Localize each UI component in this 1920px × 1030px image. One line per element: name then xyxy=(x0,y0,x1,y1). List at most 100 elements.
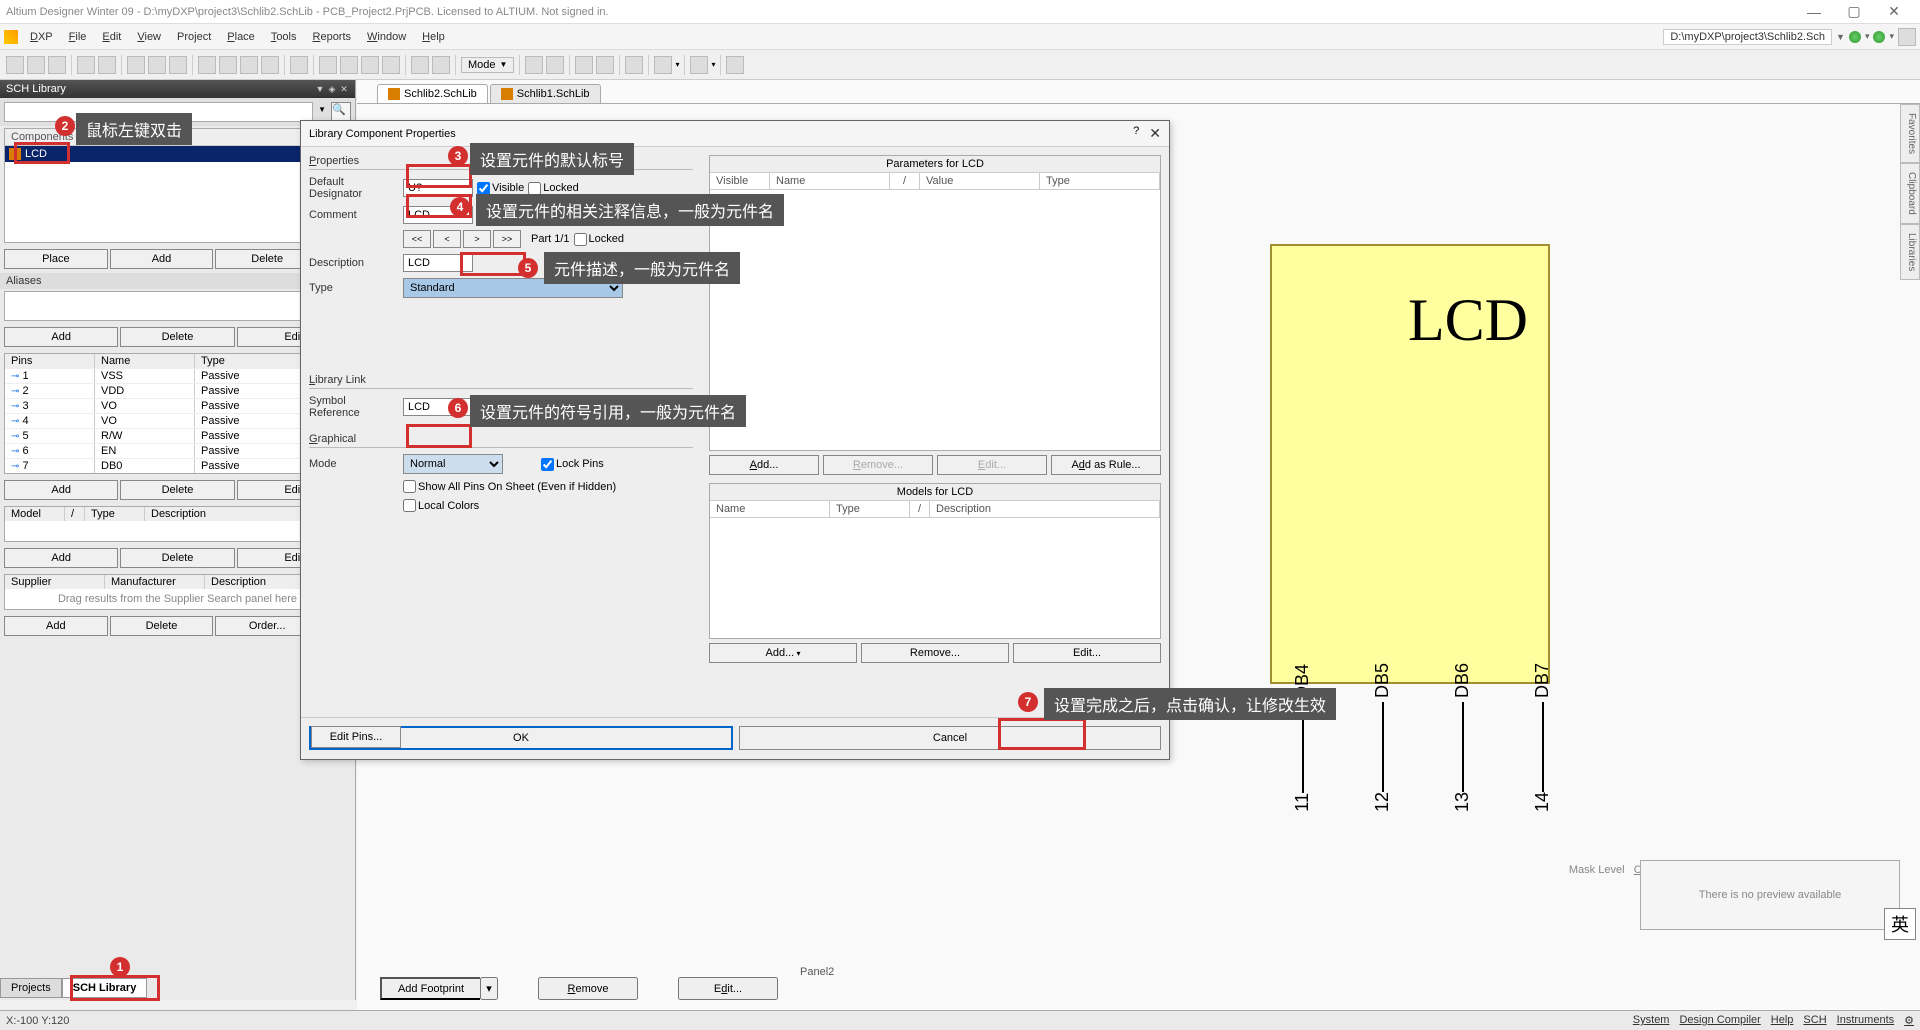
alias-add-button[interactable]: Add xyxy=(4,327,118,347)
supplier-add-button[interactable]: Add xyxy=(4,616,108,636)
tool-zoomout-icon[interactable] xyxy=(169,56,187,74)
filter-dropdown-icon[interactable]: ▼ xyxy=(315,102,329,122)
local-colors-checkbox[interactable]: Local Colors xyxy=(403,499,479,512)
minimize-button[interactable]: — xyxy=(1794,4,1834,20)
mode-dropdown[interactable]: Mode ▼ xyxy=(461,57,514,73)
designator-visible-checkbox[interactable]: Visible xyxy=(477,182,524,195)
vtab-libraries[interactable]: Libraries xyxy=(1900,224,1920,280)
show-all-pins-checkbox[interactable]: Show All Pins On Sheet (Even if Hidden) xyxy=(403,480,616,493)
tool-flip-icon[interactable] xyxy=(575,56,593,74)
status-system[interactable]: System xyxy=(1633,1014,1670,1027)
pin-add-button[interactable]: Add xyxy=(4,480,118,500)
supplier-grid[interactable]: Supplier Manufacturer Description Drag r… xyxy=(4,574,351,610)
pin-row[interactable]: ⊸ 6ENPassive xyxy=(5,443,350,458)
vtab-clipboard[interactable]: Clipboard xyxy=(1900,163,1920,224)
add-footprint-dropdown[interactable]: ▾ xyxy=(480,977,498,1000)
remove-footprint-button[interactable]: Remove xyxy=(538,977,638,1000)
model-grid[interactable]: Model / Type Description xyxy=(4,506,351,542)
tool-new-icon[interactable] xyxy=(6,56,24,74)
home-icon[interactable] xyxy=(1898,28,1916,46)
mode-select[interactable]: Normal xyxy=(403,454,503,474)
panel-pin-icon[interactable]: ◈ xyxy=(327,84,337,94)
tool-minus-icon[interactable] xyxy=(546,56,564,74)
tool-folder-icon[interactable] xyxy=(726,56,744,74)
param-add-rule-button[interactable]: Add as Rule... xyxy=(1051,455,1161,475)
pins-grid[interactable]: Pins Name Type ⊸ 1VSSPassive⊸ 2VDDPassiv… xyxy=(4,353,351,474)
tool-deselect-icon[interactable] xyxy=(361,56,379,74)
tool-copy-icon[interactable] xyxy=(219,56,237,74)
part-locked-checkbox[interactable]: Locked xyxy=(574,233,624,246)
status-gear-icon[interactable]: ⚙ xyxy=(1904,1014,1914,1027)
cancel-button[interactable]: Cancel xyxy=(739,726,1161,750)
model-edit-button[interactable]: Edit... xyxy=(1013,643,1161,663)
pin-row[interactable]: ⊸ 4VOPassive xyxy=(5,413,350,428)
tool-redo-icon[interactable] xyxy=(432,56,450,74)
status-help[interactable]: Help xyxy=(1771,1014,1794,1027)
panel-close-icon[interactable]: ✕ xyxy=(339,84,349,94)
alias-delete-button[interactable]: Delete xyxy=(120,327,234,347)
place-button[interactable]: Place xyxy=(4,249,108,269)
model-remove-button[interactable]: Remove... xyxy=(861,643,1009,663)
dialog-help-icon[interactable]: ? xyxy=(1133,125,1139,142)
tool-place-icon[interactable] xyxy=(625,56,643,74)
designator-input[interactable] xyxy=(403,179,473,197)
model-delete-button[interactable]: Delete xyxy=(120,548,234,568)
part-next-button[interactable]: > xyxy=(463,230,491,248)
model-add-button[interactable]: Add xyxy=(4,548,118,568)
models-table[interactable]: Models for LCD Name Type / Description xyxy=(709,483,1161,639)
status-sch[interactable]: SCH xyxy=(1803,1014,1826,1027)
status-design-compiler[interactable]: Design Compiler xyxy=(1679,1014,1760,1027)
path-dropdown-icon[interactable]: ▼ xyxy=(1836,32,1845,42)
dialog-close-icon[interactable]: ✕ xyxy=(1149,125,1161,142)
pin-row[interactable]: ⊸ 1VSSPassive xyxy=(5,368,350,383)
tool-undo-icon[interactable] xyxy=(411,56,429,74)
menu-edit[interactable]: Edit xyxy=(94,31,129,43)
pin-row[interactable]: ⊸ 7DB0Passive xyxy=(5,458,350,473)
menu-tools[interactable]: Tools xyxy=(263,31,305,43)
add-footprint-button[interactable]: Add Footprint xyxy=(380,977,480,1000)
status-instruments[interactable]: Instruments xyxy=(1837,1014,1894,1027)
menu-file[interactable]: File xyxy=(61,31,95,43)
tool-clipboard-icon[interactable] xyxy=(261,56,279,74)
doctab-schlib2[interactable]: Schlib2.SchLib xyxy=(377,84,488,103)
edit-pins-button[interactable]: Edit Pins... xyxy=(311,726,401,748)
search-button[interactable]: 🔍 xyxy=(331,102,351,122)
tool-zoomin-icon[interactable] xyxy=(148,56,166,74)
menu-window[interactable]: Window xyxy=(359,31,414,43)
menu-view[interactable]: View xyxy=(129,31,169,43)
tool-preview-icon[interactable] xyxy=(98,56,116,74)
panel-dropdown-icon[interactable]: ▼ xyxy=(315,84,325,94)
tool-save-icon[interactable] xyxy=(48,56,66,74)
aliases-grid[interactable] xyxy=(4,291,351,321)
model-add-button[interactable]: Add... xyxy=(709,643,857,663)
maximize-button[interactable]: ▢ xyxy=(1834,3,1874,20)
tool-paste-icon[interactable] xyxy=(240,56,258,74)
tool-move-icon[interactable] xyxy=(319,56,337,74)
tool-line-icon[interactable] xyxy=(654,56,672,74)
path-combo[interactable]: D:\myDXP\project3\Schlib2.Sch xyxy=(1663,29,1832,45)
tool-zoom-icon[interactable] xyxy=(127,56,145,74)
component-row-lcd[interactable]: LCD xyxy=(5,146,350,162)
tool-print-icon[interactable] xyxy=(77,56,95,74)
nav-fwd-icon[interactable] xyxy=(1873,31,1885,43)
close-button[interactable]: ✕ xyxy=(1874,3,1914,20)
tool-cut-icon[interactable] xyxy=(198,56,216,74)
tool-drag-icon[interactable] xyxy=(340,56,358,74)
supplier-delete-button[interactable]: Delete xyxy=(110,616,214,636)
part-first-button[interactable]: << xyxy=(403,230,431,248)
tool-clear-icon[interactable] xyxy=(382,56,400,74)
pin-row[interactable]: ⊸ 5R/WPassive xyxy=(5,428,350,443)
tool-mirror-icon[interactable] xyxy=(596,56,614,74)
vtab-favorites[interactable]: Favorites xyxy=(1900,104,1920,163)
doctab-schlib1[interactable]: Schlib1.SchLib xyxy=(490,84,601,103)
menu-place[interactable]: Place xyxy=(219,31,263,43)
lock-pins-checkbox[interactable]: Lock Pins xyxy=(541,458,604,471)
tool-plus-icon[interactable] xyxy=(525,56,543,74)
designator-locked-checkbox[interactable]: Locked xyxy=(528,182,578,195)
part-prev-button[interactable]: < xyxy=(433,230,461,248)
tool-grid-icon[interactable] xyxy=(690,56,708,74)
dialog-titlebar[interactable]: Library Component Properties ? ✕ xyxy=(301,121,1169,147)
pin-row[interactable]: ⊸ 3VOPassive xyxy=(5,398,350,413)
tool-open-icon[interactable] xyxy=(27,56,45,74)
menu-reports[interactable]: Reports xyxy=(305,31,360,43)
